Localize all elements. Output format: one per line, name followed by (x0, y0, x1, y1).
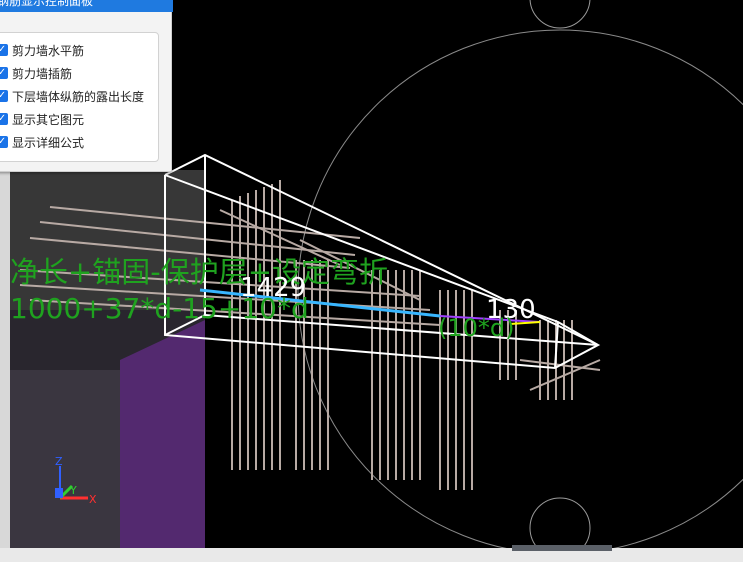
checkbox-checked-icon[interactable]: ✓ (0, 136, 8, 148)
wall-slab-dark (10, 370, 120, 548)
option-show-other-elements[interactable]: ✓ 显示其它图元 (0, 110, 84, 128)
panel-title[interactable]: 钢筋显示控制面板 (0, 0, 173, 12)
dimension-left-label: 1429 (240, 273, 306, 303)
formula-description: 净长+锚固-保护层+设定弯折 (10, 255, 388, 289)
wall-block-upper (10, 170, 205, 310)
checkbox-checked-icon[interactable]: ✓ (0, 67, 8, 79)
option-show-detailed-formula[interactable]: ✓ 显示详细公式 (0, 133, 84, 151)
bottom-scroll-handle[interactable] (512, 545, 612, 551)
wall-side-purple (120, 320, 205, 548)
rebar-display-panel: 钢筋显示控制面板 ✓ 剪力墙水平筋 ✓ 剪力墙插筋 ✓ 下层墙体纵筋的露出长度 … (0, 0, 173, 172)
panel-options-box: ✓ 剪力墙水平筋 ✓ 剪力墙插筋 ✓ 下层墙体纵筋的露出长度 ✓ 显示其它图元 … (0, 32, 159, 162)
axis-z-label: Z (55, 455, 63, 468)
axis-y-label: Y (69, 484, 77, 497)
option-label: 剪力墙水平筋 (12, 43, 85, 58)
option-shear-wall-dowel[interactable]: ✓ 剪力墙插筋 (0, 64, 72, 82)
left-dock-strip (0, 172, 10, 548)
option-label: 剪力墙插筋 (12, 66, 73, 81)
option-label: 下层墙体纵筋的露出长度 (12, 89, 145, 104)
axis-x-label: X (89, 493, 97, 506)
option-shear-wall-horizontal[interactable]: ✓ 剪力墙水平筋 (0, 41, 84, 59)
checkbox-checked-icon[interactable]: ✓ (0, 113, 8, 125)
checkbox-checked-icon[interactable]: ✓ (0, 44, 8, 56)
bend-length-label: (10*d) (438, 314, 515, 342)
option-lower-wall-exposed-length[interactable]: ✓ 下层墙体纵筋的露出长度 (0, 87, 144, 105)
vertical-rebars (231, 180, 573, 490)
checkbox-checked-icon[interactable]: ✓ (0, 90, 8, 102)
option-label: 显示其它图元 (12, 112, 85, 127)
bottom-scrollbar[interactable] (0, 548, 743, 562)
option-label: 显示详细公式 (12, 135, 85, 150)
top-node-circle (529, 0, 591, 29)
